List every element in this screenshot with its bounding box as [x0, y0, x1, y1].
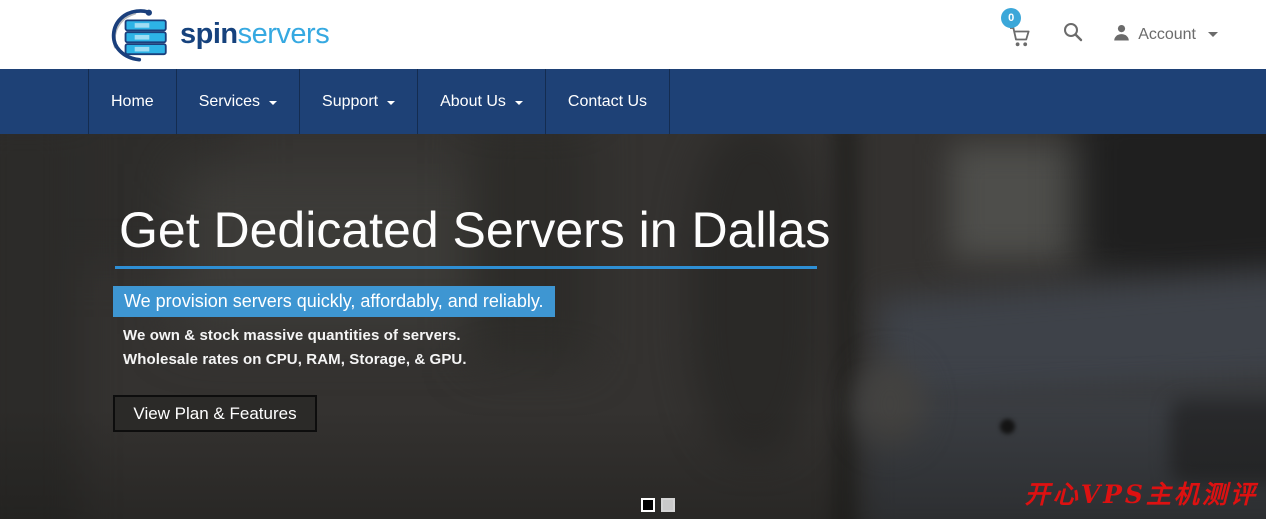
cart-icon — [1009, 35, 1033, 52]
watermark-text: 开心VPS主机测评 — [1025, 475, 1258, 511]
chevron-down-icon — [387, 101, 395, 105]
nav-item-contact-us[interactable]: Contact Us — [545, 69, 670, 134]
hero-title: Get Dedicated Servers in Dallas — [119, 200, 830, 260]
server-stack-swoosh-icon — [110, 8, 174, 62]
header-actions: 0 — [1009, 16, 1218, 53]
hero-subtext-1: We own & stock massive quantities of ser… — [123, 327, 461, 344]
background-shape — [1075, 134, 1266, 284]
title-underline — [115, 266, 817, 269]
view-plans-button[interactable]: View Plan & Features — [113, 395, 317, 432]
top-header: spinservers 0 — [0, 0, 1266, 69]
nav-label: Contact Us — [568, 93, 647, 111]
page: spinservers 0 — [0, 0, 1266, 519]
chevron-down-icon — [269, 101, 277, 105]
hero-banner: Get Dedicated Servers in Dallas We provi… — [0, 134, 1266, 519]
carousel-dot-2[interactable] — [661, 498, 675, 512]
background-shape — [690, 134, 820, 454]
nav-item-about-us[interactable]: About Us — [417, 69, 545, 134]
user-icon — [1113, 24, 1130, 46]
logo[interactable]: spinservers — [110, 8, 329, 62]
chevron-down-icon — [1208, 32, 1218, 37]
nav-label: Support — [322, 93, 378, 111]
nav-item-services[interactable]: Services — [176, 69, 299, 134]
nav-item-support[interactable]: Support — [299, 69, 417, 134]
carousel-dot-1[interactable] — [641, 498, 655, 512]
search-button[interactable] — [1063, 22, 1083, 47]
brand-light: servers — [238, 18, 330, 50]
account-label: Account — [1138, 26, 1196, 44]
hero-subtext-2: Wholesale rates on CPU, RAM, Storage, & … — [123, 351, 467, 368]
main-nav: Home Services Support About Us Contact U… — [0, 69, 1266, 134]
cart-button[interactable]: 0 — [1009, 16, 1033, 53]
cart-count-badge: 0 — [1001, 8, 1021, 28]
search-icon — [1063, 22, 1083, 47]
nav-label: Home — [111, 93, 154, 111]
nav-label: About Us — [440, 93, 506, 111]
nav-label: Services — [199, 93, 260, 111]
background-shape — [877, 269, 1266, 409]
nav-item-home[interactable]: Home — [88, 69, 176, 134]
chevron-down-icon — [515, 101, 523, 105]
account-menu[interactable]: Account — [1113, 24, 1218, 46]
brand-wordmark: spinservers — [180, 20, 329, 49]
carousel-indicators — [641, 498, 675, 512]
brand-bold: spin — [180, 18, 238, 50]
hero-tagline: We provision servers quickly, affordably… — [113, 286, 555, 317]
